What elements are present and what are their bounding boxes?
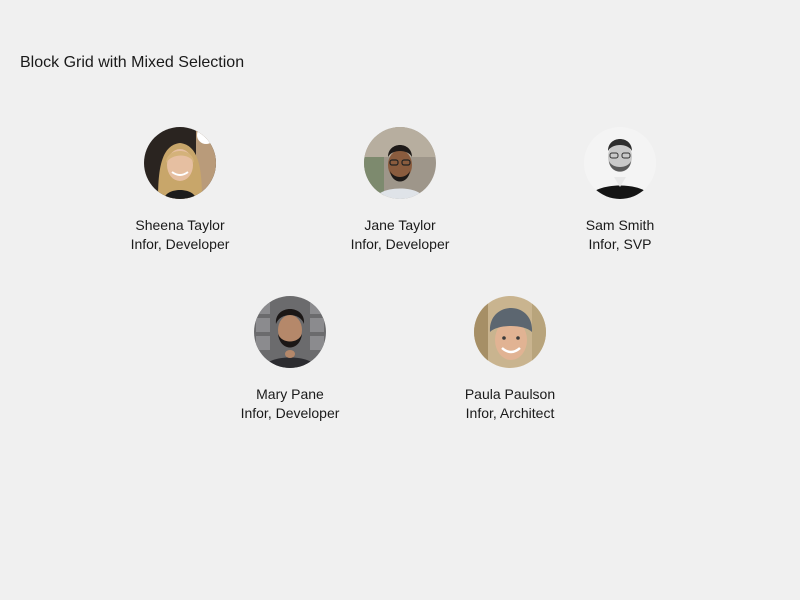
avatar xyxy=(144,127,216,199)
block-item-mary-pane[interactable]: Mary Pane Infor, Developer xyxy=(190,296,390,441)
block-role: Infor, Developer xyxy=(350,236,450,252)
block-role: Infor, Developer xyxy=(130,236,230,252)
block-name: Sam Smith xyxy=(585,217,655,233)
block-item-paula-paulson[interactable]: Paula Paulson Infor, Architect xyxy=(410,296,610,441)
block-name: Jane Taylor xyxy=(364,217,436,233)
block-role: Infor, Developer xyxy=(240,405,340,421)
avatar xyxy=(254,296,326,368)
block-name: Mary Pane xyxy=(256,386,324,402)
avatar xyxy=(474,296,546,368)
block-name: Sheena Taylor xyxy=(135,217,225,233)
block-item-jane-taylor[interactable]: Jane Taylor Infor, Developer xyxy=(300,127,500,272)
avatar xyxy=(364,127,436,199)
page-title: Block Grid with Mixed Selection xyxy=(20,54,245,71)
block-role: Infor, SVP xyxy=(588,236,652,252)
block-role: Infor, Architect xyxy=(465,405,555,421)
block-item-sheena-taylor[interactable]: Sheena Taylor Infor, Developer xyxy=(80,127,280,272)
avatar xyxy=(584,127,656,199)
block-name: Paula Paulson xyxy=(464,386,556,402)
block-item-sam-smith[interactable]: Sam Smith Infor, SVP xyxy=(520,127,720,272)
